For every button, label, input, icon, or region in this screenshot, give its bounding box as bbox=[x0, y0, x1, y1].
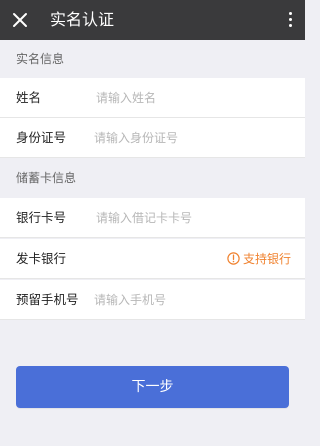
app-header: 实名认证 bbox=[0, 0, 305, 40]
name-input[interactable] bbox=[96, 86, 276, 110]
issuing-bank-row[interactable]: 发卡银行 支持银行 bbox=[0, 239, 305, 279]
more-options-icon[interactable] bbox=[285, 10, 297, 30]
section-header-card: 储蓄卡信息 bbox=[0, 159, 305, 197]
phone-input[interactable] bbox=[94, 288, 274, 312]
supported-banks-label: 支持银行 bbox=[242, 252, 291, 266]
card-number-row: 银行卡号 bbox=[0, 198, 305, 238]
card-number-label: 银行卡号 bbox=[16, 210, 67, 225]
name-label: 姓名 bbox=[16, 90, 42, 105]
section-header-identity: 实名信息 bbox=[0, 40, 305, 78]
phone-row: 预留手机号 bbox=[0, 280, 305, 320]
supported-banks-link[interactable]: 支持银行 bbox=[227, 239, 291, 279]
phone-label: 预留手机号 bbox=[16, 292, 79, 307]
id-number-row: 身份证号 bbox=[0, 118, 305, 158]
issuing-bank-label: 发卡银行 bbox=[16, 251, 67, 266]
page-title: 实名认证 bbox=[50, 10, 115, 29]
name-row: 姓名 bbox=[0, 78, 305, 118]
id-number-input[interactable] bbox=[94, 126, 274, 150]
card-number-input[interactable] bbox=[96, 206, 276, 230]
close-icon[interactable] bbox=[10, 10, 30, 30]
info-icon bbox=[227, 241, 240, 265]
next-button[interactable]: 下一步 bbox=[16, 366, 289, 408]
id-number-label: 身份证号 bbox=[16, 130, 67, 145]
